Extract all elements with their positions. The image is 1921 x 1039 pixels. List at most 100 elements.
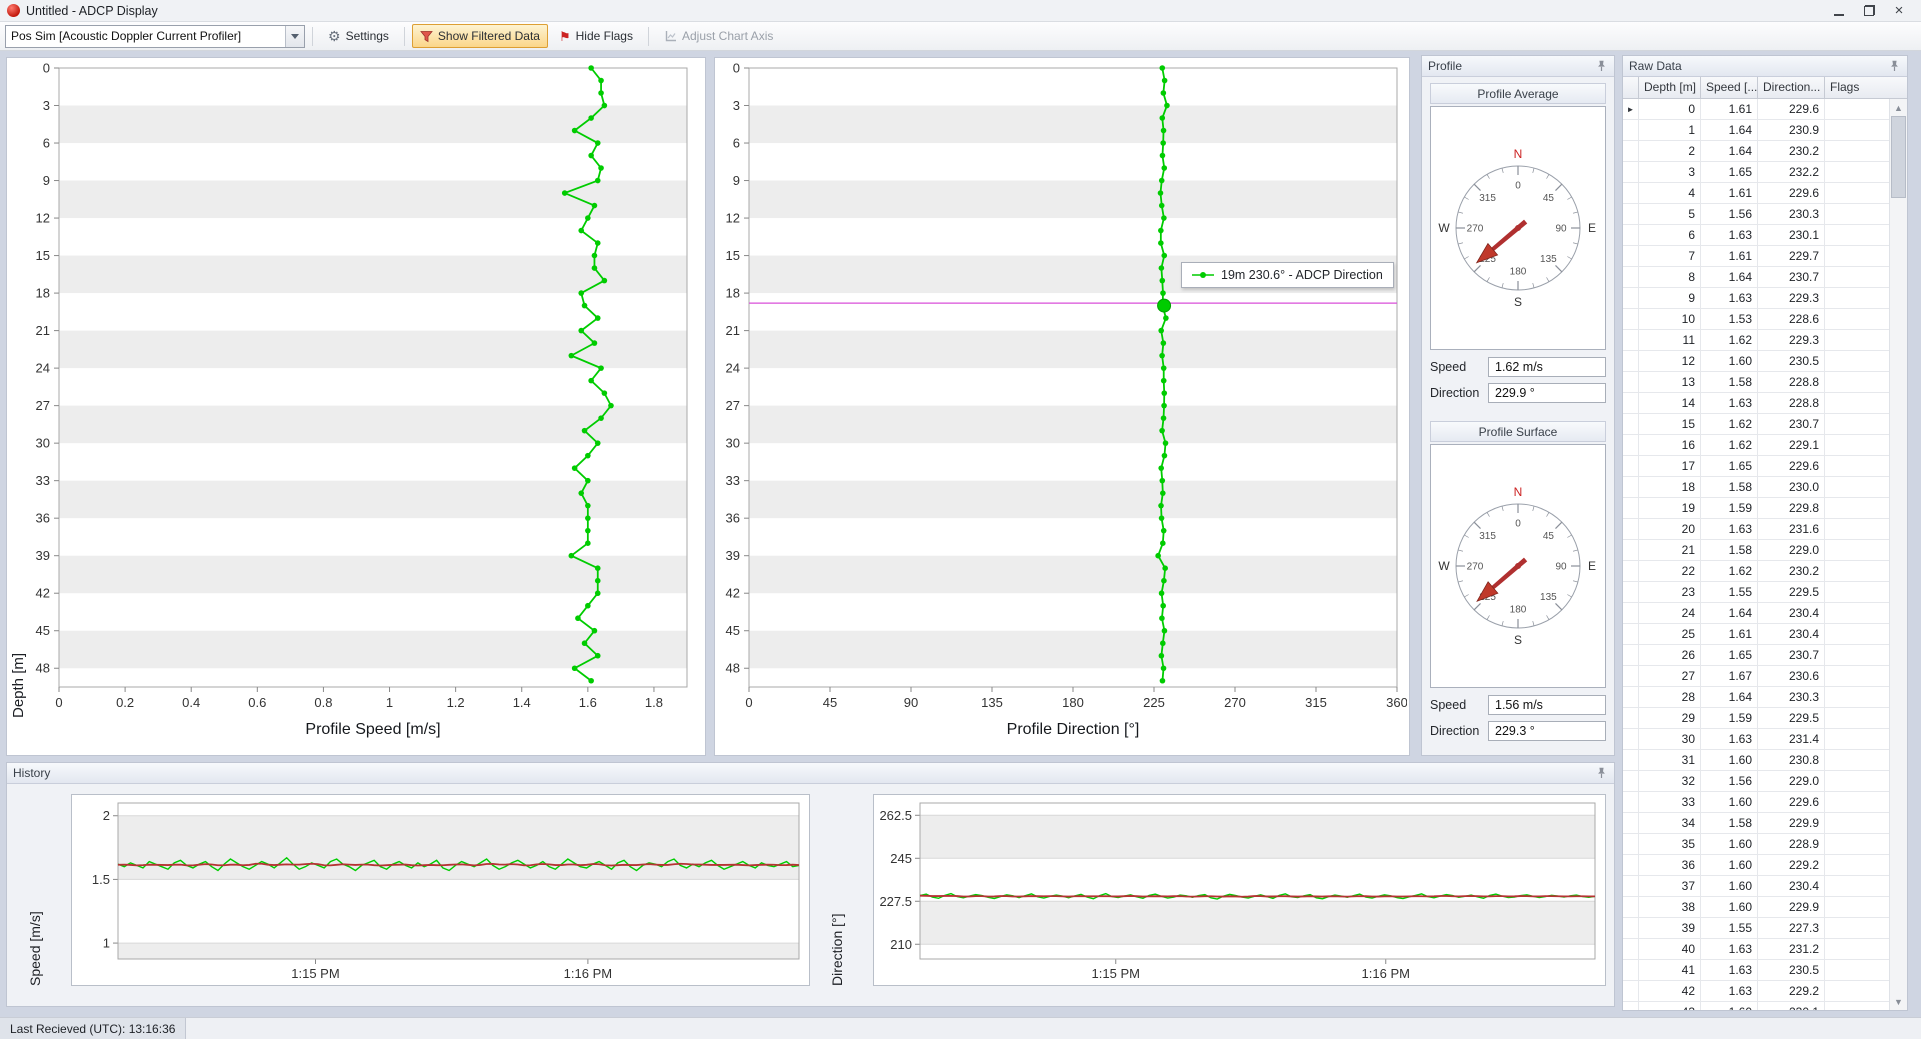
pin-icon[interactable] — [1887, 59, 1901, 73]
table-row[interactable]: 371.60230.4 — [1623, 876, 1889, 897]
history-panel: History Speed [m/s] 11.521:15 PM1:16 PM … — [6, 762, 1615, 1007]
vertical-scrollbar[interactable]: ▲ ▼ — [1889, 99, 1907, 1010]
table-row[interactable]: 81.64230.7 — [1623, 267, 1889, 288]
table-row[interactable]: 91.63229.3 — [1623, 288, 1889, 309]
table-row[interactable]: 361.60229.2 — [1623, 855, 1889, 876]
device-selector[interactable]: Pos Sim [Acoustic Doppler Current Profil… — [5, 25, 305, 48]
pin-icon[interactable] — [1594, 59, 1608, 73]
minimize-button[interactable] — [1824, 2, 1854, 20]
table-row[interactable]: 341.58229.9 — [1623, 813, 1889, 834]
history-direction-chart[interactable]: 210227.5245262.51:15 PM1:16 PM — [874, 795, 1605, 985]
table-row[interactable]: 101.53228.6 — [1623, 309, 1889, 330]
row-selector-cell — [1623, 435, 1639, 455]
svg-text:135: 135 — [981, 695, 1003, 710]
table-row[interactable]: 211.58229.0 — [1623, 540, 1889, 561]
table-row[interactable]: 131.58228.8 — [1623, 372, 1889, 393]
direction-cell: 229.5 — [1758, 582, 1825, 602]
svg-text:210: 210 — [890, 937, 912, 952]
direction-cell: 230.0 — [1758, 477, 1825, 497]
table-row[interactable]: 421.63229.2 — [1623, 981, 1889, 1002]
svg-text:90: 90 — [1555, 562, 1567, 573]
table-row[interactable]: 231.55229.5 — [1623, 582, 1889, 603]
table-row[interactable]: 41.61229.6 — [1623, 183, 1889, 204]
settings-button[interactable]: ⚙ Settings — [320, 24, 397, 48]
table-row[interactable]: 291.59229.5 — [1623, 708, 1889, 729]
table-row[interactable]: 21.64230.2 — [1623, 141, 1889, 162]
table-row[interactable]: 141.63228.8 — [1623, 393, 1889, 414]
flags-cell — [1825, 687, 1889, 707]
speed-cell: 1.55 — [1701, 582, 1758, 602]
column-header-flags[interactable]: Flags — [1825, 77, 1907, 98]
table-row[interactable]: 391.55227.3 — [1623, 918, 1889, 939]
svg-text:48: 48 — [36, 661, 50, 676]
table-row[interactable]: 411.63230.5 — [1623, 960, 1889, 981]
scroll-down-icon[interactable]: ▼ — [1890, 993, 1907, 1010]
table-row[interactable]: 121.60230.5 — [1623, 351, 1889, 372]
scrollbar-thumb[interactable] — [1891, 116, 1906, 198]
adjust-chart-axis-button[interactable]: Adjust Chart Axis — [656, 24, 781, 48]
table-row[interactable]: 351.60228.9 — [1623, 834, 1889, 855]
direction-cell: 231.6 — [1758, 519, 1825, 539]
depth-cell: 16 — [1639, 435, 1701, 455]
flags-cell — [1825, 99, 1889, 119]
table-row[interactable]: ►01.61229.6 — [1623, 99, 1889, 120]
restore-button[interactable] — [1854, 2, 1884, 20]
chart-axis-icon — [664, 30, 677, 43]
depth-cell: 25 — [1639, 624, 1701, 644]
direction-cell: 230.3 — [1758, 204, 1825, 224]
profile-direction-chart[interactable]: 0459013518022527031536003691215182124273… — [715, 58, 1407, 753]
table-row[interactable]: 401.63231.2 — [1623, 939, 1889, 960]
profile-speed-chart[interactable]: 00.20.40.60.811.21.41.61.803691215182124… — [7, 58, 703, 753]
flags-cell — [1825, 1002, 1889, 1010]
flags-cell — [1825, 372, 1889, 392]
table-row[interactable]: 201.63231.6 — [1623, 519, 1889, 540]
table-row[interactable]: 381.60229.9 — [1623, 897, 1889, 918]
pin-icon[interactable] — [1594, 766, 1608, 780]
table-row[interactable]: 241.64230.4 — [1623, 603, 1889, 624]
table-row[interactable]: 71.61229.7 — [1623, 246, 1889, 267]
direction-cell: 228.6 — [1758, 309, 1825, 329]
table-row[interactable]: 221.62230.2 — [1623, 561, 1889, 582]
table-row[interactable]: 111.62229.3 — [1623, 330, 1889, 351]
row-selector-header — [1623, 77, 1639, 98]
close-button[interactable]: × — [1884, 2, 1914, 20]
table-row[interactable]: 311.60230.8 — [1623, 750, 1889, 771]
column-header-depth[interactable]: Depth [m] — [1639, 77, 1701, 98]
column-header-speed[interactable]: Speed [... — [1701, 77, 1758, 98]
table-row[interactable]: 191.59229.8 — [1623, 498, 1889, 519]
table-row[interactable]: 281.64230.3 — [1623, 687, 1889, 708]
table-row[interactable]: 151.62230.7 — [1623, 414, 1889, 435]
row-selector-cell — [1623, 393, 1639, 413]
table-row[interactable]: 271.67230.6 — [1623, 666, 1889, 687]
speed-cell: 1.59 — [1701, 708, 1758, 728]
table-row[interactable]: 61.63230.1 — [1623, 225, 1889, 246]
column-header-direction[interactable]: Direction... — [1758, 77, 1825, 98]
table-row[interactable]: 431.60230.1 — [1623, 1002, 1889, 1010]
table-row[interactable]: 11.64230.9 — [1623, 120, 1889, 141]
table-row[interactable]: 161.62229.1 — [1623, 435, 1889, 456]
speed-cell: 1.58 — [1701, 813, 1758, 833]
table-row[interactable]: 51.56230.3 — [1623, 204, 1889, 225]
table-row[interactable]: 251.61230.4 — [1623, 624, 1889, 645]
hide-flags-button[interactable]: ⚑ Hide Flags — [551, 24, 641, 48]
table-row[interactable]: 301.63231.4 — [1623, 729, 1889, 750]
table-row[interactable]: 261.65230.7 — [1623, 645, 1889, 666]
restore-icon — [1864, 5, 1875, 16]
table-row[interactable]: 171.65229.6 — [1623, 456, 1889, 477]
row-selector-cell — [1623, 519, 1639, 539]
flags-cell — [1825, 498, 1889, 518]
row-selector-cell — [1623, 414, 1639, 434]
device-selector-dropdown-button[interactable] — [285, 26, 304, 47]
svg-text:0: 0 — [55, 695, 62, 710]
show-filtered-data-button[interactable]: Show Filtered Data — [412, 24, 548, 48]
history-speed-chart[interactable]: 11.521:15 PM1:16 PM — [72, 795, 809, 985]
table-row[interactable]: 181.58230.0 — [1623, 477, 1889, 498]
table-row[interactable]: 31.65232.2 — [1623, 162, 1889, 183]
scroll-up-icon[interactable]: ▲ — [1890, 99, 1907, 116]
table-row[interactable]: 331.60229.6 — [1623, 792, 1889, 813]
svg-text:6: 6 — [43, 136, 50, 151]
svg-text:9: 9 — [733, 173, 740, 188]
row-selector-cell — [1623, 729, 1639, 749]
table-row[interactable]: 321.56229.0 — [1623, 771, 1889, 792]
flags-cell — [1825, 267, 1889, 287]
